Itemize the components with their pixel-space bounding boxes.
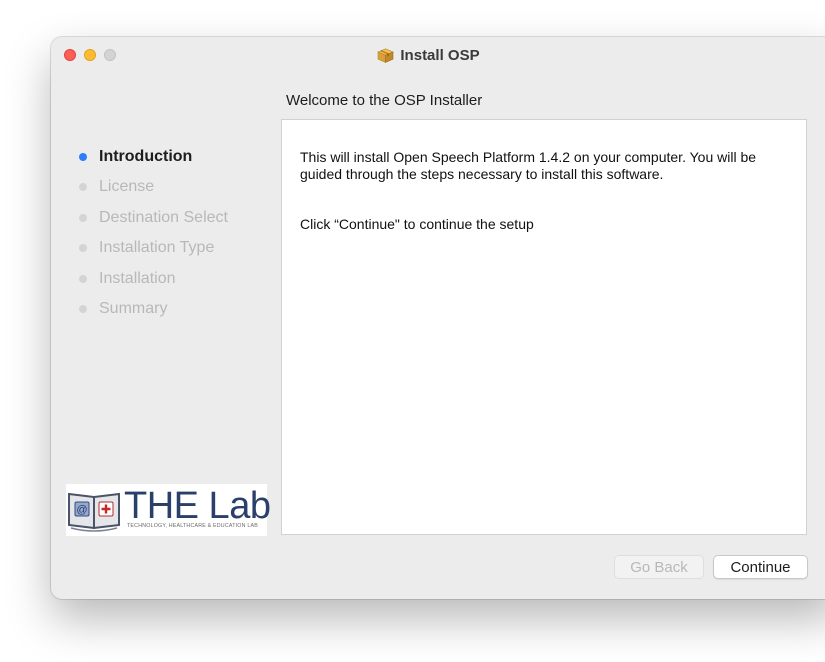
continue-instruction: Click “Continue" to continue the setup bbox=[300, 216, 534, 232]
step-indicator-dot-icon bbox=[79, 244, 87, 253]
logo-title: THE Lab bbox=[124, 485, 271, 527]
step-installation: Installation bbox=[79, 267, 228, 297]
svg-text:@: @ bbox=[76, 504, 87, 516]
step-indicator-dot-icon bbox=[79, 153, 87, 161]
step-indicator-dot-icon bbox=[79, 183, 87, 192]
installer-heading: Welcome to the OSP Installer bbox=[286, 92, 483, 109]
step-introduction: Introduction bbox=[79, 145, 228, 175]
intro-paragraph: This will install Open Speech Platform 1… bbox=[300, 149, 757, 182]
step-summary: Summary bbox=[79, 297, 228, 327]
introduction-panel: This will install Open Speech Platform 1… bbox=[281, 119, 807, 535]
step-indicator-dot-icon bbox=[79, 304, 87, 313]
step-label: Summary bbox=[99, 299, 168, 317]
step-license: License bbox=[79, 175, 228, 205]
installer-steps: Introduction License Destination Select … bbox=[79, 145, 228, 327]
step-indicator-dot-icon bbox=[79, 274, 87, 283]
window-title: Install OSP bbox=[400, 46, 480, 64]
open-book-icon: @ bbox=[68, 492, 120, 532]
logo-subtitle: TECHNOLOGY, HEALTHCARE & EDUCATION LAB bbox=[127, 523, 258, 529]
the-lab-logo: @ THE Lab TECHNOLOGY, HEALTHCARE & EDUCA… bbox=[66, 484, 271, 536]
step-label: License bbox=[99, 178, 155, 196]
window-title-group: Install OSP bbox=[51, 37, 806, 73]
step-label: Destination Select bbox=[99, 208, 228, 226]
installer-window: Install OSP Welcome to the OSP Installer… bbox=[51, 37, 825, 599]
package-icon bbox=[377, 47, 395, 63]
step-label: Introduction bbox=[99, 148, 193, 165]
title-bar: Install OSP bbox=[51, 37, 825, 73]
step-label: Installation bbox=[99, 269, 176, 287]
go-back-button: Go Back bbox=[614, 555, 704, 579]
step-installation-type: Installation Type bbox=[79, 236, 228, 266]
step-label: Installation Type bbox=[99, 239, 215, 257]
step-indicator-dot-icon bbox=[79, 213, 87, 222]
step-destination-select: Destination Select bbox=[79, 206, 228, 236]
continue-button[interactable]: Continue bbox=[713, 555, 808, 579]
